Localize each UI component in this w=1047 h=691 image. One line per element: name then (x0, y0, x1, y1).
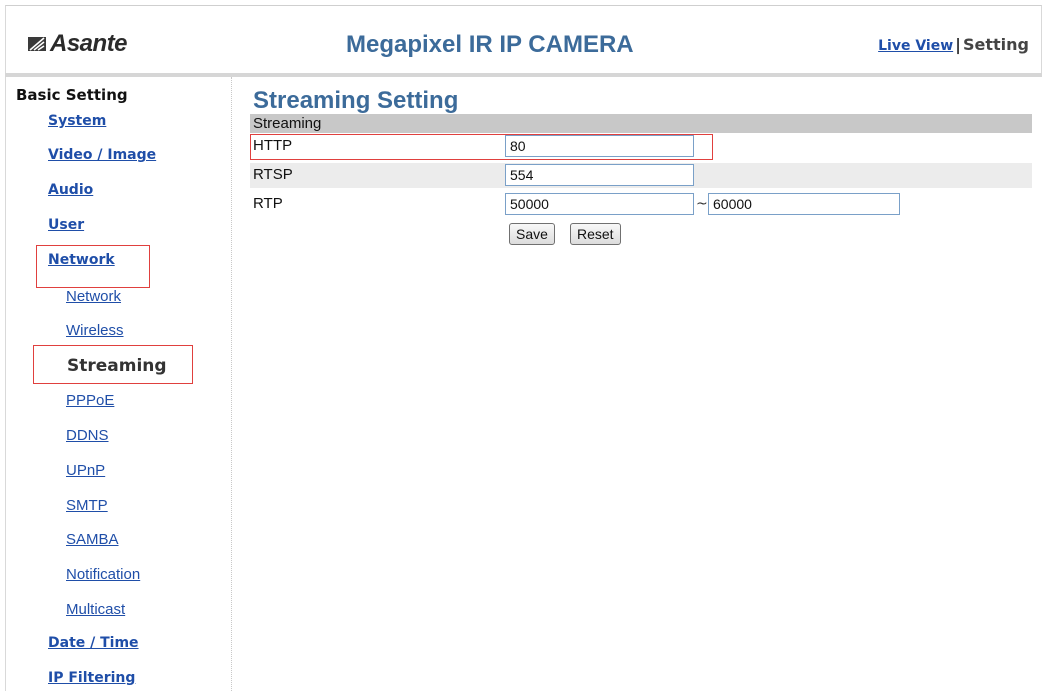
rtp-range-separator: ~ (696, 196, 708, 212)
highlight-box-network (36, 245, 150, 288)
sidebar-item-system[interactable]: System (48, 113, 106, 129)
rtsp-label: RTSP (253, 166, 293, 183)
sidebar: Basic Setting System Video / Image Audio… (5, 77, 232, 691)
sidebar-item-video-image[interactable]: Video / Image (48, 147, 156, 163)
logo-text: Asante (50, 30, 128, 57)
highlight-box-streaming (33, 345, 193, 384)
live-view-link[interactable]: Live View (878, 38, 953, 54)
sidebar-item-ip-filtering[interactable]: IP Filtering (48, 670, 135, 686)
asante-logo-icon (28, 37, 46, 51)
header: Asante Megapixel IR IP CAMERA Live View … (5, 5, 1042, 73)
main-content: Streaming Setting Streaming HTTP RTSP RT… (245, 77, 1042, 691)
sidebar-item-user[interactable]: User (48, 217, 84, 233)
rtsp-row: RTSP (250, 163, 1032, 188)
sidebar-item-audio[interactable]: Audio (48, 182, 93, 198)
sidebar-sub-upnp[interactable]: UPnP (66, 462, 105, 479)
highlight-box-http (250, 134, 713, 160)
brand-logo: Asante (28, 30, 128, 57)
sidebar-sub-multicast[interactable]: Multicast (66, 601, 125, 618)
rtp-port-to-input[interactable] (708, 193, 900, 215)
sidebar-sub-notification[interactable]: Notification (66, 566, 140, 583)
sidebar-sub-ddns[interactable]: DDNS (66, 427, 109, 444)
top-nav: Live View | Setting (878, 35, 1029, 54)
section-header: Streaming (250, 114, 1032, 133)
reset-button[interactable]: Reset (570, 223, 621, 245)
sidebar-heading: Basic Setting (16, 86, 128, 104)
sidebar-sub-network[interactable]: Network (66, 288, 121, 305)
nav-separator: | (955, 35, 961, 54)
section-title: Streaming (253, 115, 322, 132)
app-title: Megapixel IR IP CAMERA (346, 31, 634, 58)
rtsp-port-input[interactable] (505, 164, 694, 186)
rtp-label: RTP (253, 195, 283, 212)
save-button[interactable]: Save (509, 223, 555, 245)
setting-current-page: Setting (963, 35, 1029, 54)
sidebar-sub-pppoe[interactable]: PPPoE (66, 392, 114, 409)
rtp-port-from-input[interactable] (505, 193, 694, 215)
page-title: Streaming Setting (253, 87, 459, 114)
sidebar-item-date-time[interactable]: Date / Time (48, 635, 139, 651)
sidebar-sub-wireless[interactable]: Wireless (66, 322, 124, 339)
rtp-row: RTP ~ (250, 192, 1032, 217)
sidebar-sub-samba[interactable]: SAMBA (66, 531, 119, 548)
sidebar-sub-smtp[interactable]: SMTP (66, 497, 108, 514)
